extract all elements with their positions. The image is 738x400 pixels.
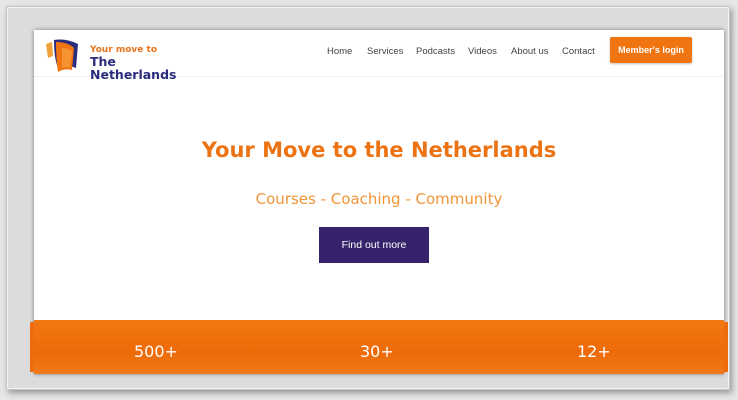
find-out-more-button[interactable]: Find out more (319, 227, 429, 263)
nav-link-podcasts[interactable]: Podcasts (416, 46, 455, 57)
stats-bar-edge-left (30, 322, 34, 372)
stat-value-1: 500+ (134, 342, 178, 361)
site-logo[interactable]: Your move to The Netherlands (44, 38, 176, 80)
logo-line-2: The Netherlands (90, 54, 177, 82)
hero-subtitle: Courses - Coaching - Community (255, 190, 503, 208)
nav-link-home[interactable]: Home (327, 46, 352, 57)
stat-value-3: 12+ (577, 342, 611, 361)
nav-link-about-us[interactable]: About us (511, 46, 549, 57)
members-login-button[interactable]: Member's login (610, 37, 692, 63)
website-viewport: Your move to The Netherlands Home Servic… (34, 30, 724, 374)
stat-value-2: 30+ (360, 342, 394, 361)
hero-title: Your Move to the Netherlands (201, 138, 557, 162)
logo-mark-icon (46, 39, 78, 72)
stats-bar: 500+ 30+ 12+ (34, 320, 724, 374)
stats-bar-edge-right (724, 322, 728, 372)
nav-link-services[interactable]: Services (367, 46, 403, 57)
nav-link-videos[interactable]: Videos (468, 46, 497, 57)
header-navbar: Your move to The Netherlands Home Servic… (34, 30, 724, 80)
logo-wordmark: Your move to The Netherlands (90, 46, 176, 81)
nav-link-contact[interactable]: Contact (562, 46, 595, 57)
